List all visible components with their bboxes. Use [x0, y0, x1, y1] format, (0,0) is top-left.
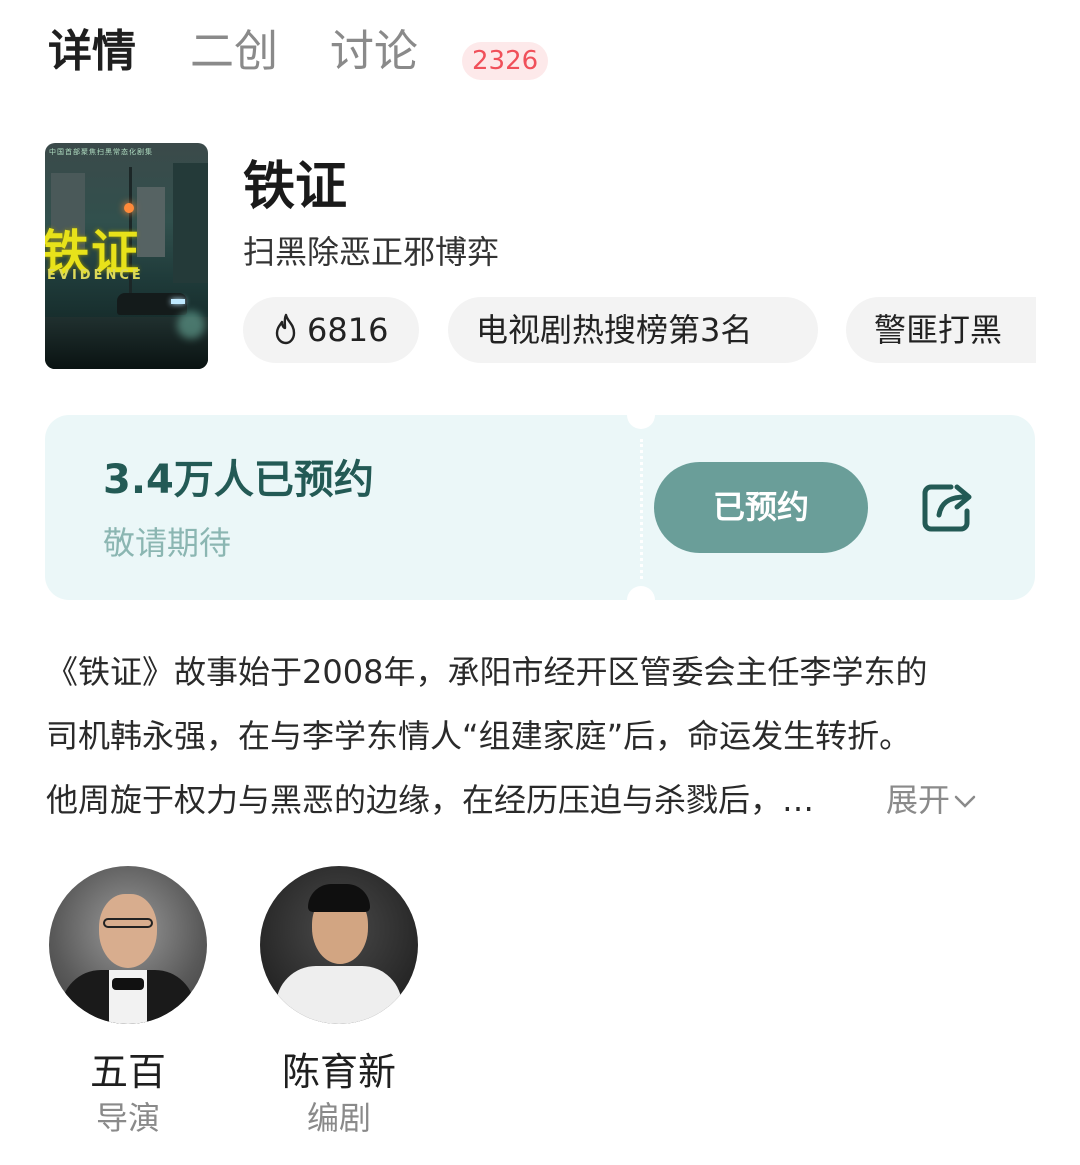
- show-subtitle: 扫黑除恶正邪博弈: [243, 233, 500, 271]
- poster-glow: [177, 311, 205, 339]
- synopsis-line: 《铁证》故事始于2008年，承阳市经开区管委会主任李学东的: [46, 653, 928, 691]
- synopsis-line: 司机韩永强，在与李学东情人“组建家庭”后，命运发生转折。: [46, 717, 912, 755]
- genre-chip[interactable]: 警匪打黑: [846, 297, 1036, 363]
- avatar-face: [99, 894, 157, 968]
- show-poster[interactable]: 中国首部聚焦扫黑常态化剧集 铁证 EVIDENCE: [45, 143, 208, 369]
- crew-role: 导演: [95, 1099, 160, 1137]
- poster-car: [117, 293, 187, 315]
- poster-car-light: [171, 299, 185, 304]
- crew-name: 陈育新: [281, 1050, 396, 1094]
- show-title: 铁证: [243, 157, 348, 217]
- poster-tagline: 中国首部聚焦扫黑常态化剧集: [49, 148, 153, 156]
- poster-traffic-light: [124, 203, 134, 213]
- chevron-down-icon: [954, 795, 976, 808]
- share-icon[interactable]: [917, 477, 977, 537]
- tab-details[interactable]: 详情: [48, 22, 136, 82]
- genre-chip-label: 警匪打黑: [874, 311, 1003, 349]
- avatar-body: [276, 966, 402, 1024]
- avatar-glasses: [103, 918, 153, 928]
- avatar: [49, 866, 207, 1024]
- discussion-count-badge: 2326: [462, 42, 549, 80]
- crew-member-director[interactable]: 五百 导演: [48, 866, 208, 1140]
- ticket-notch: [627, 415, 655, 429]
- crew-name: 五百: [89, 1050, 166, 1094]
- reservation-count: 3.4万人已预约: [103, 457, 374, 503]
- crew-member-writer[interactable]: 陈育新 编剧: [259, 866, 419, 1140]
- reservation-hint: 敬请期待: [103, 524, 232, 562]
- reserved-button[interactable]: 已预约: [654, 462, 868, 553]
- reservation-card: 3.4万人已预约 敬请期待 已预约: [45, 415, 1035, 600]
- fire-icon: [275, 313, 296, 345]
- ticket-divider: [640, 439, 643, 579]
- expand-label: 展开: [886, 781, 951, 819]
- ticket-notch: [627, 586, 655, 600]
- rank-chip-label: 电视剧热搜榜第3名: [476, 311, 753, 349]
- bow-tie: [112, 978, 144, 990]
- expand-button[interactable]: 展开: [886, 768, 976, 832]
- avatar: [260, 866, 418, 1024]
- tab-discussion[interactable]: 讨论: [330, 22, 418, 82]
- tab-fan-creations[interactable]: 二创: [190, 22, 278, 82]
- heat-chip[interactable]: 6816: [243, 297, 419, 363]
- crew-role: 编剧: [306, 1099, 371, 1137]
- avatar-hair: [308, 884, 370, 912]
- rank-chip[interactable]: 电视剧热搜榜第3名: [448, 297, 818, 363]
- heat-value: 6816: [307, 311, 389, 349]
- poster-subtitle: EVIDENCE: [47, 268, 144, 283]
